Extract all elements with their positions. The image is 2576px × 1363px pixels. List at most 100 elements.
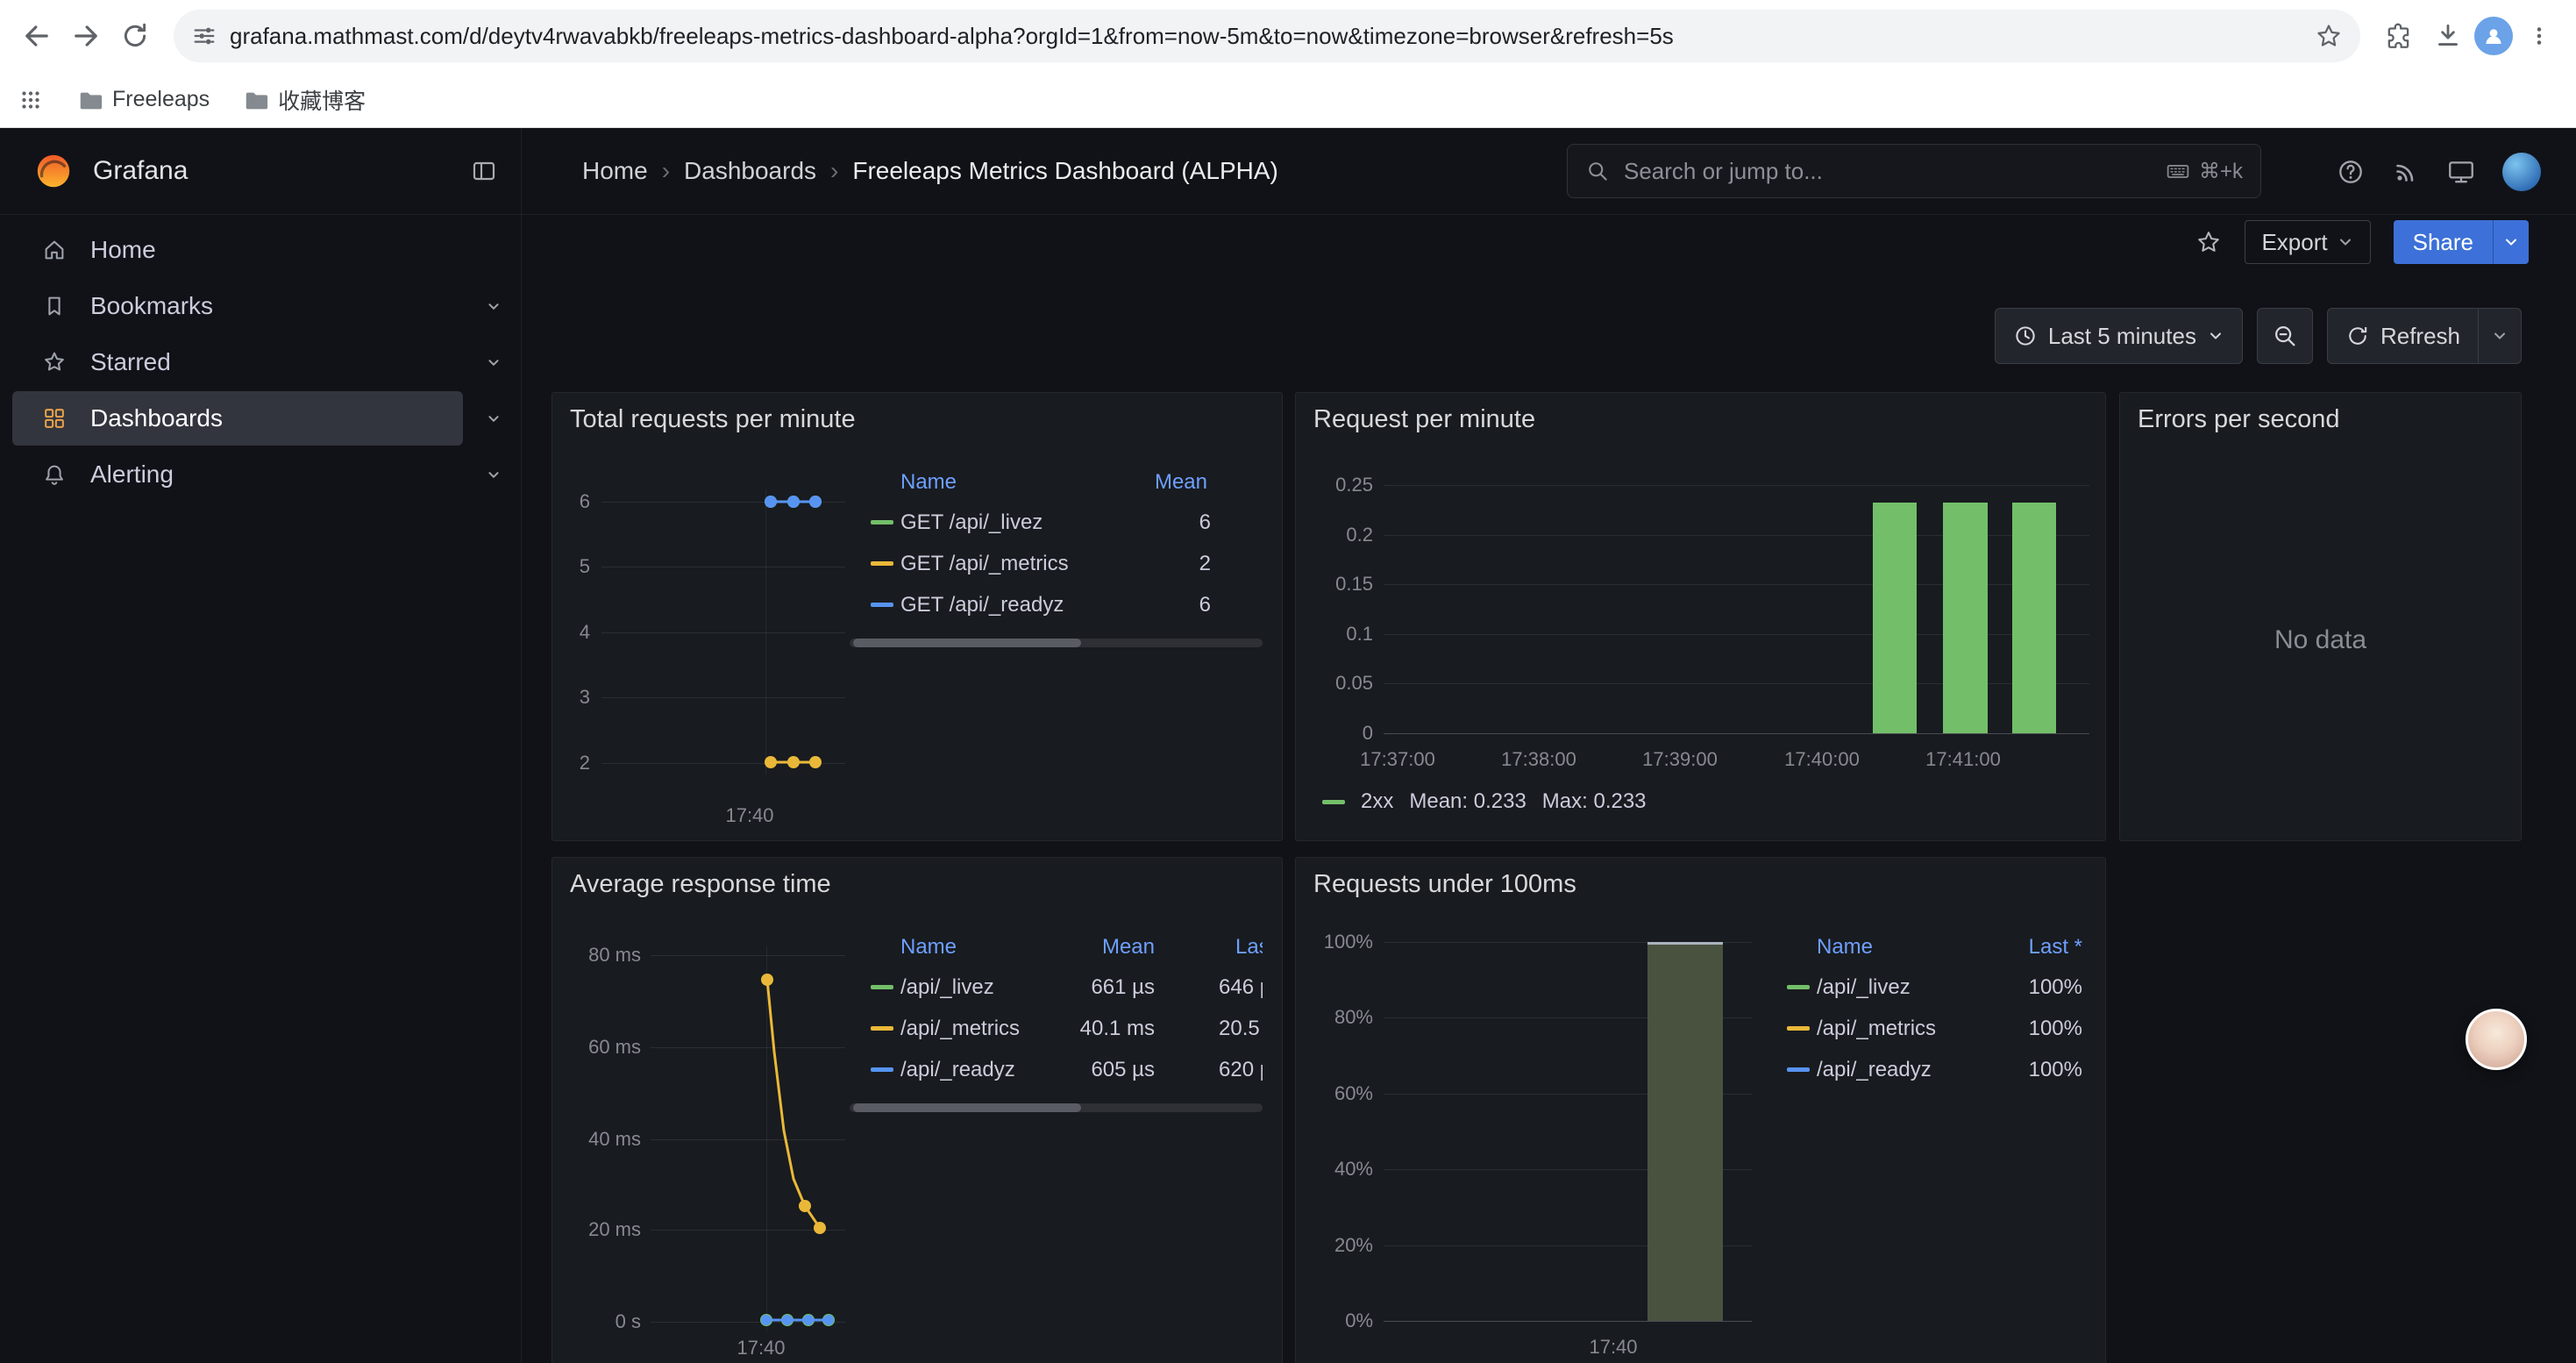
browser-menu-icon[interactable]	[2516, 13, 2562, 59]
panel-title[interactable]: Requests under 100ms	[1313, 870, 1576, 899]
chevron-down-icon[interactable]	[484, 409, 503, 428]
sidebar-item-label: Alerting	[90, 460, 174, 489]
x-axis-tick: 17:39:00	[1610, 748, 1750, 771]
y-axis-tick: 0	[1296, 722, 1373, 745]
breadcrumb-home[interactable]: Home	[582, 157, 648, 185]
sidebar-item-bookmarks[interactable]: Bookmarks	[12, 279, 463, 333]
sidebar-item-alerting[interactable]: Alerting	[12, 447, 463, 502]
x-axis-tick: 17:40:00	[1752, 748, 1892, 771]
legend-row[interactable]: GET /api/_metrics2	[850, 543, 1263, 584]
legend-scrollbar[interactable]	[850, 639, 1263, 647]
y-axis-tick: 0.25	[1296, 474, 1373, 496]
assistant-avatar[interactable]	[2466, 1009, 2527, 1070]
sidebar-item-dashboards[interactable]: Dashboards	[12, 391, 463, 446]
user-avatar[interactable]	[2502, 153, 2541, 191]
bookmark-label: 收藏博客	[278, 84, 366, 116]
sidebar-item-home[interactable]: Home	[12, 223, 463, 277]
chevron-down-icon[interactable]	[484, 296, 503, 316]
time-range-picker[interactable]: Last 5 minutes	[1995, 308, 2243, 364]
favorite-star-icon[interactable]	[2195, 229, 2222, 255]
export-button[interactable]: Export	[2245, 220, 2370, 264]
bookmarks-bar: Freeleaps 收藏博客	[0, 72, 2576, 128]
refresh-button[interactable]: Refresh	[2328, 309, 2478, 363]
search-input[interactable]	[1622, 157, 2153, 186]
export-label: Export	[2261, 229, 2327, 256]
y-axis-tick: 0.15	[1296, 573, 1373, 596]
legend-value: 100%	[1779, 975, 2082, 1000]
bookmark-star-icon[interactable]	[2315, 22, 2343, 50]
search-shortcut: ⌘+k	[2166, 159, 2243, 184]
apps-grid-icon[interactable]	[18, 87, 44, 113]
panel-title[interactable]: Average response time	[570, 870, 831, 899]
bell-icon	[41, 461, 68, 488]
share-button[interactable]: Share	[2394, 220, 2529, 264]
sidebar-item-label: Bookmarks	[90, 292, 213, 320]
share-menu-chevron-icon[interactable]	[2493, 220, 2529, 264]
panel-title[interactable]: Request per minute	[1313, 405, 1535, 434]
search-box[interactable]: ⌘+k	[1567, 144, 2261, 198]
legend-row[interactable]: GET /api/_readyz6	[850, 584, 1263, 625]
url-text[interactable]: grafana.mathmast.com/d/deytv4rwavabkb/fr…	[230, 23, 2302, 50]
legend-row[interactable]: /api/_metrics100%	[1779, 1008, 2082, 1049]
y-axis-tick: 0.1	[1296, 623, 1373, 646]
bookmark-folder-freeleaps[interactable]: Freeleaps	[77, 87, 210, 113]
panel-request-per-minute: Request per minute 0.250.20.150.10.05017…	[1295, 392, 2106, 841]
x-axis-tick: 17:41:00	[1893, 748, 2033, 771]
legend-scrollbar-thumb[interactable]	[853, 639, 1081, 647]
news-rss-icon[interactable]	[2392, 158, 2420, 186]
legend-scrollbar-thumb[interactable]	[853, 1103, 1081, 1112]
back-icon[interactable]	[14, 13, 60, 59]
help-icon[interactable]	[2336, 157, 2366, 187]
bookmark-folder-blogs[interactable]: 收藏博客	[243, 84, 366, 116]
legend-column-header[interactable]: Last *	[1235, 935, 1263, 960]
dashboard-grid: Total requests per minute 6543217:40 Nam…	[522, 392, 2576, 1363]
legend-column-header[interactable]: Mean	[850, 935, 1155, 960]
sidebar-toggle-icon[interactable]	[470, 157, 498, 185]
address-bar[interactable]: grafana.mathmast.com/d/deytv4rwavabkb/fr…	[174, 10, 2360, 62]
breadcrumb-separator: ›	[830, 157, 838, 185]
browser-toolbar: grafana.mathmast.com/d/deytv4rwavabkb/fr…	[0, 0, 2576, 72]
legend-series-name[interactable]: 2xx	[1361, 789, 1393, 814]
panel-requests-under-100ms: Requests under 100ms 100%80%60%40%20%0%1…	[1295, 857, 2106, 1363]
y-axis-tick: 0.2	[1296, 524, 1373, 546]
extensions-icon[interactable]	[2376, 13, 2422, 59]
browser-profile-avatar[interactable]	[2474, 17, 2513, 55]
refresh-interval-chevron-icon[interactable]	[2478, 309, 2521, 363]
downloads-icon[interactable]	[2425, 13, 2471, 59]
legend-row[interactable]: GET /api/_livez6	[850, 502, 1263, 543]
reload-icon[interactable]	[112, 13, 158, 59]
forward-icon[interactable]	[63, 13, 109, 59]
sidebar-item-starred[interactable]: Starred	[12, 335, 463, 389]
chevron-down-icon[interactable]	[484, 353, 503, 372]
grafana-logo[interactable]	[33, 151, 74, 191]
breadcrumb: Home › Dashboards › Freeleaps Metrics Da…	[522, 157, 1278, 185]
legend-scrollbar[interactable]	[850, 1103, 1263, 1112]
panel-title[interactable]: Errors per second	[2138, 405, 2340, 434]
refresh-label: Refresh	[2380, 323, 2460, 350]
share-label[interactable]: Share	[2394, 220, 2493, 264]
legend-row[interactable]: /api/_readyz100%	[1779, 1049, 2082, 1090]
legend-row[interactable]: /api/_livez100%	[1779, 967, 2082, 1008]
star-icon	[41, 349, 68, 375]
y-axis-tick: 0%	[1296, 1309, 1373, 1332]
apps-icon	[41, 405, 68, 432]
monitor-icon[interactable]	[2446, 157, 2476, 187]
breadcrumb-dashboards[interactable]: Dashboards	[684, 157, 816, 185]
breadcrumb-separator: ›	[662, 157, 670, 185]
panel-title[interactable]: Total requests per minute	[570, 405, 856, 434]
legend-value: 2	[850, 552, 1211, 576]
request-per-minute-chart: 0.250.20.150.10.05017:37:0017:38:0017:39…	[1296, 393, 2105, 840]
legend-column-header[interactable]: Last *	[1779, 935, 2082, 960]
requests-under-100ms-legend: NameLast */api/_livez100%/api/_metrics10…	[1779, 928, 2082, 1090]
total-requests-legend: NameMeanGET /api/_livez6GET /api/_metric…	[850, 463, 1263, 649]
chevron-down-icon[interactable]	[484, 465, 503, 484]
bookmark-label: Freeleaps	[112, 87, 210, 112]
legend-row[interactable]: /api/_readyz605 µs620 µs	[850, 1049, 1263, 1090]
site-settings-icon[interactable]	[191, 23, 217, 49]
legend-column-header[interactable]: Mean	[850, 470, 1207, 495]
legend-row[interactable]: /api/_metrics40.1 ms20.5 ms	[850, 1008, 1263, 1049]
zoom-out-button[interactable]	[2257, 308, 2313, 364]
y-axis-tick: 80%	[1296, 1006, 1373, 1029]
x-axis-tick: 17:37:00	[1327, 748, 1468, 771]
legend-row[interactable]: /api/_livez661 µs646 µs	[850, 967, 1263, 1008]
